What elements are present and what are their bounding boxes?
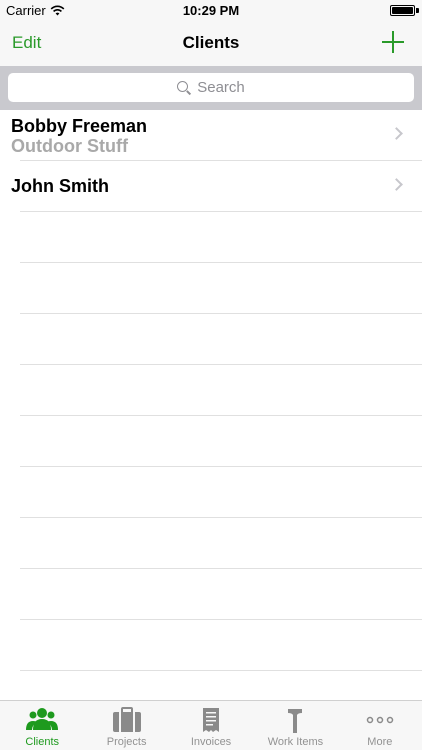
hammer-icon bbox=[288, 709, 303, 733]
navigation-bar: Edit Clients bbox=[0, 22, 422, 66]
empty-row bbox=[0, 314, 422, 365]
list-item[interactable]: Bobby Freeman Outdoor Stuff bbox=[0, 110, 422, 161]
search-icon bbox=[177, 80, 191, 95]
list-item[interactable]: John Smith bbox=[0, 161, 422, 212]
client-name: Bobby Freeman bbox=[11, 116, 148, 136]
battery-tip bbox=[416, 8, 419, 13]
tab-projects[interactable]: Projects bbox=[84, 701, 168, 750]
empty-row bbox=[0, 518, 422, 569]
chevron-right-icon bbox=[390, 178, 403, 191]
tab-more[interactable]: More bbox=[338, 701, 422, 750]
people-icon bbox=[26, 708, 59, 730]
tab-label: More bbox=[367, 736, 393, 748]
tab-clients[interactable]: Clients bbox=[0, 701, 84, 750]
search-placeholder: Search bbox=[197, 79, 245, 96]
tab-label: Clients bbox=[25, 736, 60, 748]
chevron-right-icon bbox=[390, 127, 403, 140]
row-divider bbox=[20, 670, 422, 671]
search-input[interactable]: Search bbox=[8, 73, 414, 102]
client-company: Outdoor Stuff bbox=[11, 136, 128, 156]
receipt-icon bbox=[203, 708, 220, 732]
tab-work-items[interactable]: Work Items bbox=[253, 701, 337, 750]
more-dots-icon bbox=[366, 716, 394, 724]
tab-label: Invoices bbox=[190, 736, 232, 748]
empty-row bbox=[0, 416, 422, 467]
empty-row bbox=[0, 365, 422, 416]
client-list: Bobby Freeman Outdoor Stuff John Smith bbox=[0, 110, 422, 671]
empty-row bbox=[0, 212, 422, 263]
status-bar: Carrier 10:29 PM bbox=[0, 0, 422, 22]
tab-invoices[interactable]: Invoices bbox=[169, 701, 253, 750]
empty-row bbox=[0, 569, 422, 620]
tab-label: Projects bbox=[106, 736, 147, 748]
briefcase-icon bbox=[112, 707, 141, 732]
page-title: Clients bbox=[182, 33, 240, 52]
empty-row bbox=[0, 620, 422, 671]
status-time: 10:29 PM bbox=[182, 3, 240, 18]
search-bar: Search bbox=[0, 66, 422, 110]
tab-bar: Clients Projects Invoices Work Items Mor… bbox=[0, 700, 422, 750]
plus-icon[interactable] bbox=[382, 31, 404, 53]
client-name: John Smith bbox=[11, 176, 109, 196]
battery-icon bbox=[390, 5, 415, 16]
empty-row bbox=[0, 263, 422, 314]
empty-row bbox=[0, 467, 422, 518]
tab-label: Work Items bbox=[267, 736, 324, 748]
